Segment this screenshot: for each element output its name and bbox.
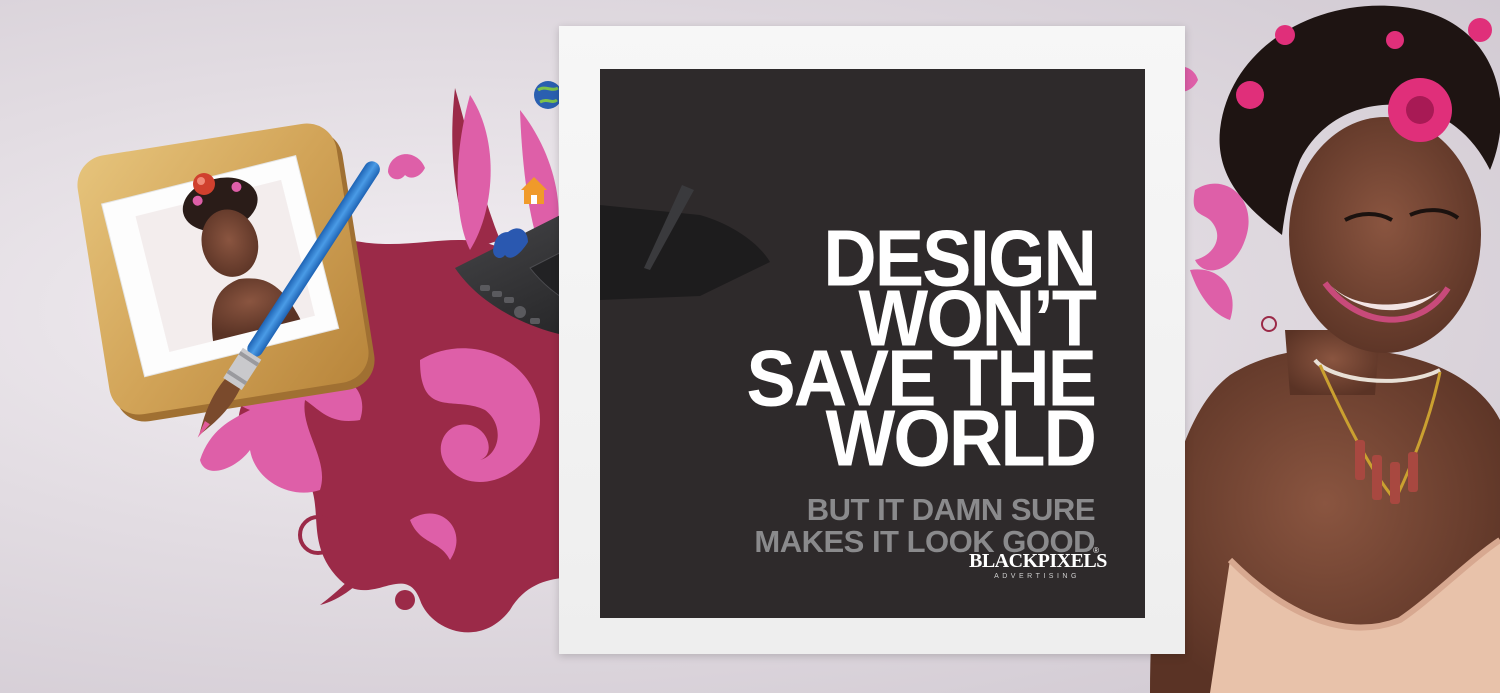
registered-mark: ® (1093, 546, 1099, 555)
brand-tagline: ADVERTISING (994, 573, 1080, 580)
brand-logo: BLACKPIXELS ® ADVERTISING (969, 546, 1107, 582)
advertising-banner: $ (0, 0, 1500, 693)
headline-line: WORLD (825, 393, 1097, 483)
brand-name: BLACKPIXELS (969, 550, 1107, 572)
headline-block: DESIGN WON’T SAVE THE WORLD BUT IT DAMN … (746, 218, 1097, 558)
subline: BUT IT DAMN SURE (806, 492, 1096, 527)
